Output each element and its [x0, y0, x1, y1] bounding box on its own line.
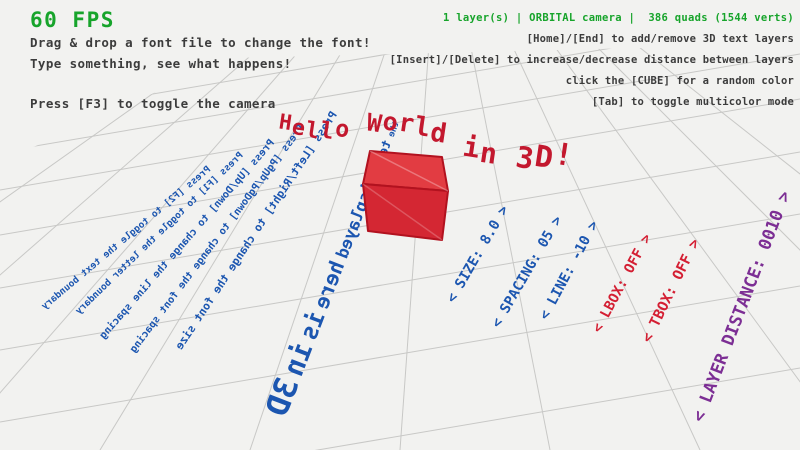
fps-counter: 60 FPS: [30, 8, 371, 32]
hud-left: 60 FPS Drag & drop a font file to change…: [30, 8, 371, 114]
hint-cube-color: click the [CUBE] for a random color: [390, 71, 794, 92]
hint-type-something: Type something, see what happens!: [30, 53, 371, 74]
hint-multicolor: [Tab] to toggle multicolor mode: [390, 92, 794, 113]
hint-layers: [Home]/[End] to add/remove 3D text layer…: [390, 29, 794, 50]
status-line: 1 layer(s) | ORBITAL camera | 386 quads …: [390, 8, 794, 29]
hint-layer-distance: [Insert]/[Delete] to increase/decrease d…: [390, 50, 794, 71]
hint-toggle-camera: Press [F3] to toggle the camera: [30, 93, 371, 114]
hint-drag-drop: Drag & drop a font file to change the fo…: [30, 32, 371, 53]
hud-right: 1 layer(s) | ORBITAL camera | 386 quads …: [390, 8, 794, 113]
